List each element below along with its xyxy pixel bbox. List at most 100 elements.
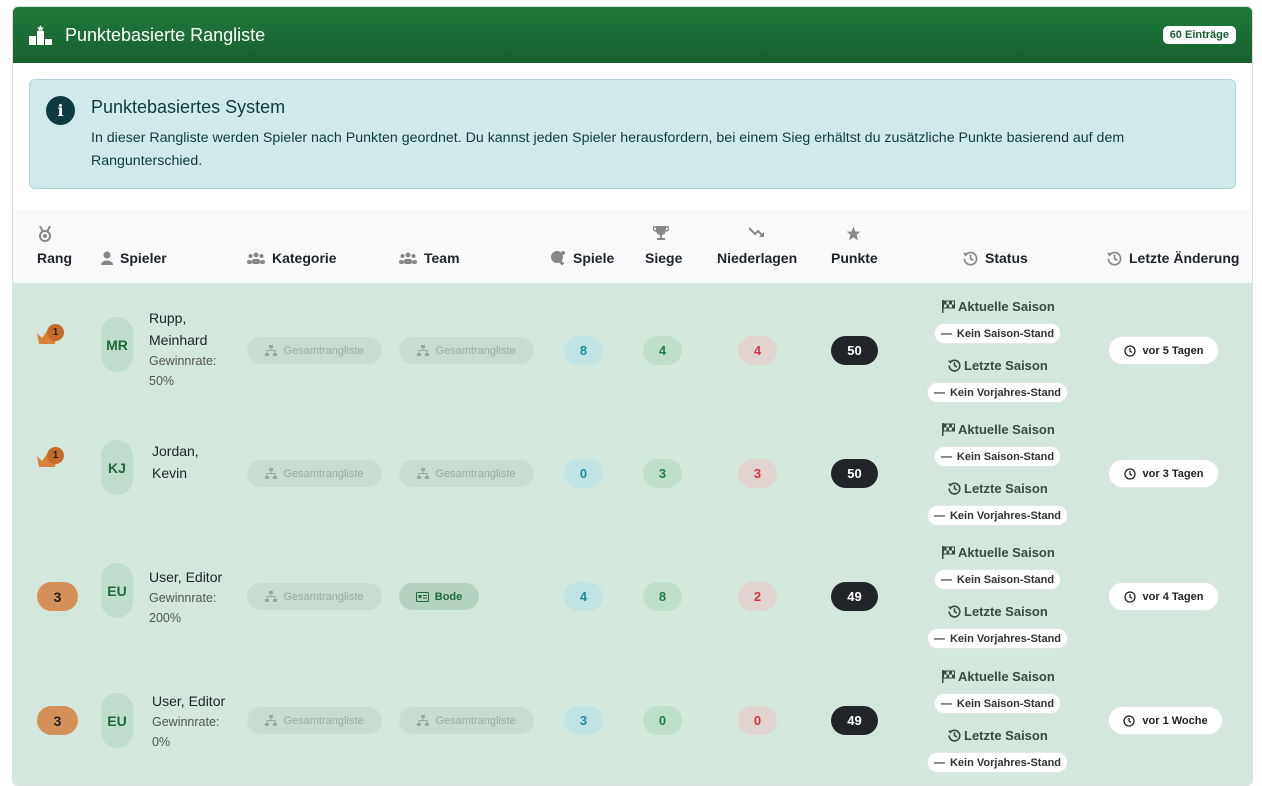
wins-count: 0 (643, 706, 682, 735)
season-status-chip: — Kein Saison-Stand (934, 693, 1061, 714)
points-badge: 49 (831, 582, 878, 611)
column-kategorie-label: Kategorie (272, 250, 337, 266)
history-icon (948, 605, 961, 618)
last-season-title: Letzte Saison (948, 358, 1048, 373)
avatar: EU (101, 563, 133, 618)
player-name[interactable]: User, Editor (149, 566, 222, 588)
current-season-title: Aktuelle Saison (942, 545, 1055, 560)
history-icon (1107, 251, 1122, 266)
clock-icon (1123, 590, 1136, 603)
users-icon (247, 252, 265, 264)
points-badge: 49 (831, 706, 878, 735)
sitemap-icon (265, 345, 278, 356)
info-icon: i (46, 96, 75, 125)
points-badge: 50 (831, 336, 878, 365)
win-rate-value: 50% (149, 374, 175, 388)
history-icon (948, 482, 961, 495)
star-icon (846, 226, 861, 241)
table-row[interactable]: 3 EU User, Editor Gewinnrate: 0% Gesamtr… (13, 652, 1252, 775)
info-text: In dieser Rangliste werden Spieler nach … (91, 130, 1125, 169)
sitemap-icon (265, 468, 278, 479)
flag-checkered-icon (942, 546, 955, 559)
games-count: 4 (564, 582, 603, 611)
player-cell[interactable]: User, Editor Gewinnrate: 0% (152, 690, 225, 752)
player-name-line2[interactable]: Meinhard (149, 329, 216, 351)
table-row[interactable]: 3 EU User, Editor Gewinnrate: 200% Gesam… (13, 529, 1252, 652)
games-count: 8 (564, 336, 603, 365)
trophy-icon (653, 226, 669, 240)
win-rate-label: Gewinnrate: (149, 591, 217, 605)
last-season-title: Letzte Saison (948, 481, 1048, 496)
points-badge: 50 (831, 459, 878, 488)
table-body: 1 MR Rupp, Meinhard Gewinnrate: 50% Gesa… (13, 283, 1252, 785)
card-header: Punktebasierte Rangliste 60 Einträge (13, 7, 1252, 63)
category-badge: Gesamtrangliste (247, 707, 382, 734)
team-badge: Gesamtrangliste (399, 707, 534, 734)
sitemap-icon (417, 715, 430, 726)
avatar: EU (101, 693, 133, 748)
table-header: Rang Spieler Kategorie Team Spiele Siege… (13, 210, 1252, 283)
rank-badge: 3 (37, 706, 78, 735)
flag-checkered-icon (942, 670, 955, 683)
season-status-chip: — Kein Saison-Stand (934, 323, 1061, 344)
avatar: KJ (101, 440, 133, 495)
losses-count: 2 (738, 582, 777, 611)
minus-icon: — (940, 697, 952, 710)
flag-checkered-icon (942, 423, 955, 436)
last-season-status-chip: — Kein Vorjahres-Stand (927, 505, 1068, 526)
season-status-chip: — Kein Saison-Stand (934, 446, 1061, 467)
entries-count-badge: 60 Einträge (1162, 26, 1236, 44)
wins-count: 8 (643, 582, 682, 611)
losses-count: 3 (738, 459, 777, 488)
last-change-chip: vor 3 Tagen (1108, 459, 1219, 488)
last-change-chip: vor 5 Tagen (1108, 336, 1219, 365)
page-title: Punktebasierte Rangliste (65, 24, 266, 45)
team-badge: Gesamtrangliste (399, 337, 534, 364)
column-niederlagen-label: Niederlagen (717, 250, 798, 266)
history-icon (948, 359, 961, 372)
team-badge[interactable]: Bode (399, 583, 479, 610)
history-icon (963, 251, 978, 266)
last-change-chip: vor 1 Woche (1108, 706, 1223, 735)
team-badge: Gesamtrangliste (399, 460, 534, 487)
column-punkte-label: Punkte (831, 250, 878, 266)
sitemap-icon (265, 715, 278, 726)
last-season-status-chip: — Kein Vorjahres-Stand (927, 752, 1068, 773)
table-row[interactable]: 1 MR Rupp, Meinhard Gewinnrate: 50% Gesa… (13, 283, 1252, 406)
win-rate-label: Gewinnrate: (149, 354, 217, 368)
player-cell[interactable]: Rupp, Meinhard Gewinnrate: 50% (149, 307, 216, 391)
rank-badge: 1 (37, 324, 64, 350)
wins-count: 4 (643, 336, 682, 365)
season-status-chip: — Kein Saison-Stand (934, 569, 1061, 590)
table-tennis-icon (550, 250, 566, 266)
minus-icon: — (933, 509, 945, 522)
category-badge: Gesamtrangliste (247, 460, 382, 487)
player-name[interactable]: User, Editor (152, 690, 225, 712)
games-count: 3 (564, 706, 603, 735)
current-season-title: Aktuelle Saison (942, 422, 1055, 437)
minus-icon: — (940, 573, 952, 586)
player-cell[interactable]: Jordan, Kevin (152, 440, 199, 484)
losses-count: 0 (738, 706, 777, 735)
sitemap-icon (417, 468, 430, 479)
category-badge: Gesamtrangliste (247, 337, 382, 364)
rank-badge: 3 (37, 582, 78, 611)
player-cell[interactable]: User, Editor Gewinnrate: 200% (149, 566, 222, 628)
id-card-icon (415, 591, 429, 602)
last-season-title: Letzte Saison (948, 604, 1048, 619)
info-title: Punktebasiertes System (91, 97, 286, 117)
clock-icon (1123, 467, 1136, 480)
minus-icon: — (933, 386, 945, 399)
last-season-status-chip: — Kein Vorjahres-Stand (927, 628, 1068, 649)
player-name[interactable]: Rupp, (149, 307, 216, 329)
clock-icon (1123, 714, 1136, 727)
category-badge: Gesamtrangliste (247, 583, 382, 610)
users-icon (399, 252, 417, 264)
player-name[interactable]: Jordan, (152, 440, 199, 462)
medal-icon (38, 226, 52, 242)
table-row[interactable]: 1 KJ Jordan, Kevin Gesamtrangliste Gesam… (13, 406, 1252, 529)
player-name-line2[interactable]: Kevin (152, 462, 199, 484)
user-icon (101, 251, 113, 265)
clock-icon (1123, 344, 1136, 357)
column-rang-label: Rang (37, 250, 72, 266)
